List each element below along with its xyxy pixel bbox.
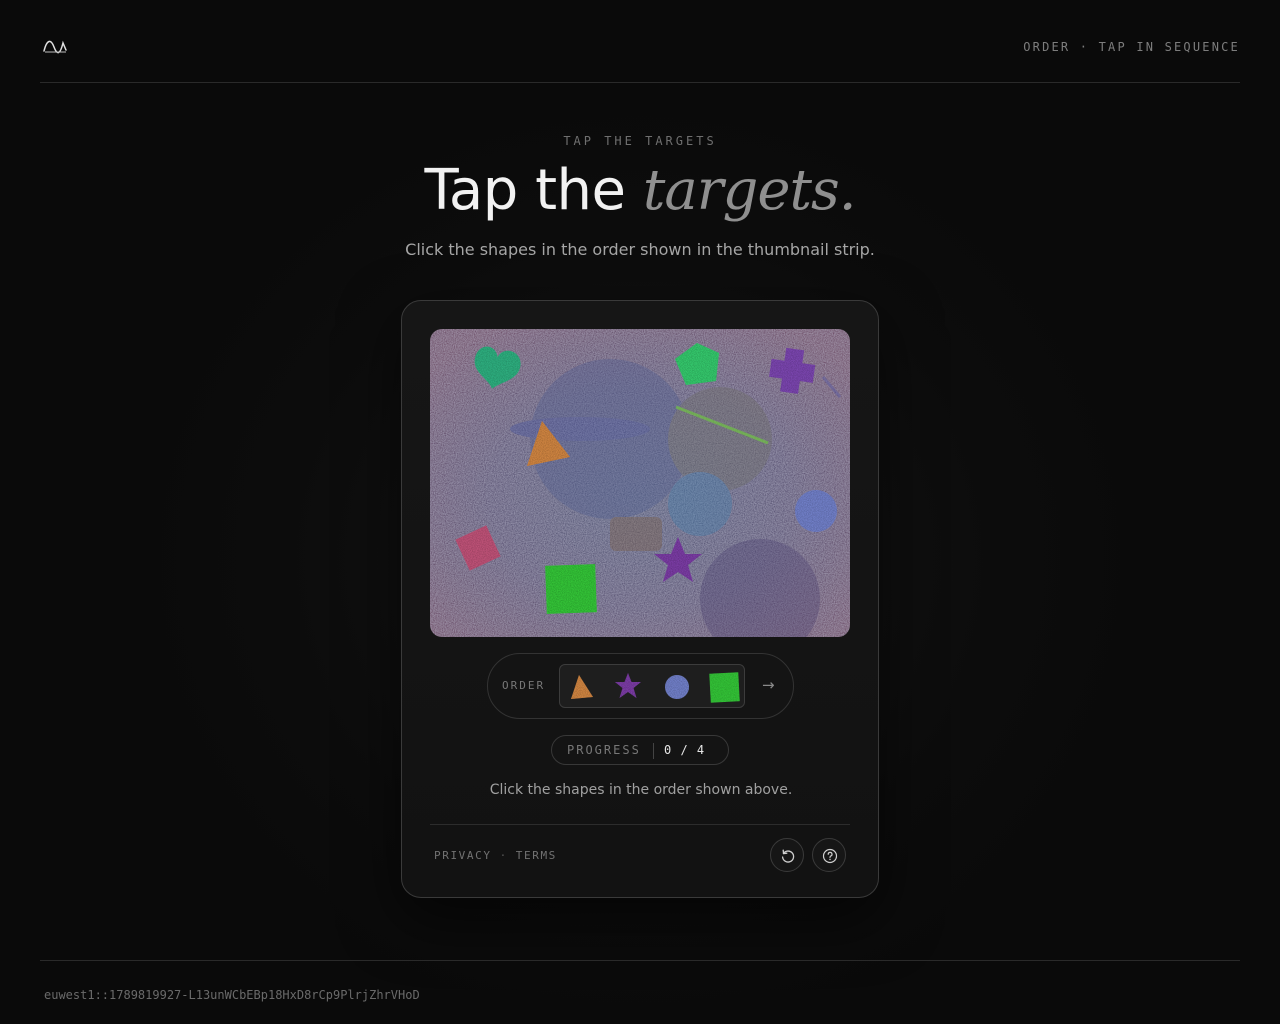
terms-link[interactable]: TERMS xyxy=(516,849,557,862)
progress-label: PROGRESS xyxy=(567,743,641,757)
privacy-link[interactable]: PRIVACY xyxy=(434,849,492,862)
eyebrow: TAP THE TARGETS xyxy=(563,134,717,148)
order-next-arrow[interactable]: → xyxy=(762,676,775,694)
reload-button[interactable] xyxy=(770,838,804,872)
session-id: euwest1::1789819927-L13unWCbEBp18HxD8rCp… xyxy=(44,988,420,1002)
reload-icon xyxy=(781,849,795,863)
wave-logo-icon[interactable] xyxy=(42,36,68,56)
title-plain: Tap the xyxy=(424,158,626,223)
order-strip-container: ORDER → xyxy=(487,653,794,719)
circle-shape[interactable] xyxy=(795,490,837,532)
legal-separator: · xyxy=(499,849,508,862)
footer-divider xyxy=(40,960,1240,961)
order-thumb-triangle xyxy=(571,675,593,699)
canvas-svg[interactable] xyxy=(430,329,850,637)
progress-value: 0 / 4 xyxy=(664,743,706,757)
page-title: Tap the targets. xyxy=(0,158,1280,223)
page-subtitle: Click the shapes in the order shown in t… xyxy=(405,240,875,259)
header: ORDER · TAP IN SEQUENCE xyxy=(40,0,1240,83)
order-thumbnail-strip xyxy=(559,664,745,708)
card-divider xyxy=(430,824,850,825)
instruction-text: Click the shapes in the order shown abov… xyxy=(489,782,793,798)
challenge-canvas[interactable] xyxy=(430,329,850,637)
title-emphasis: targets. xyxy=(642,158,857,223)
help-icon xyxy=(822,848,838,864)
order-thumb-star xyxy=(615,673,641,698)
progress-separator xyxy=(653,743,654,759)
order-thumb-square xyxy=(709,672,740,703)
order-thumb-circle xyxy=(665,675,689,699)
challenge-card: ORDER → PROGRESS 0 / 4 Click the shapes … xyxy=(401,300,879,898)
header-tagline: ORDER · TAP IN SEQUENCE xyxy=(1023,40,1240,54)
progress-badge: PROGRESS 0 / 4 xyxy=(551,735,729,765)
order-label: ORDER xyxy=(502,679,546,692)
square-shape[interactable] xyxy=(545,564,597,614)
legal-links: PRIVACY · TERMS xyxy=(434,849,557,862)
help-button[interactable] xyxy=(812,838,846,872)
